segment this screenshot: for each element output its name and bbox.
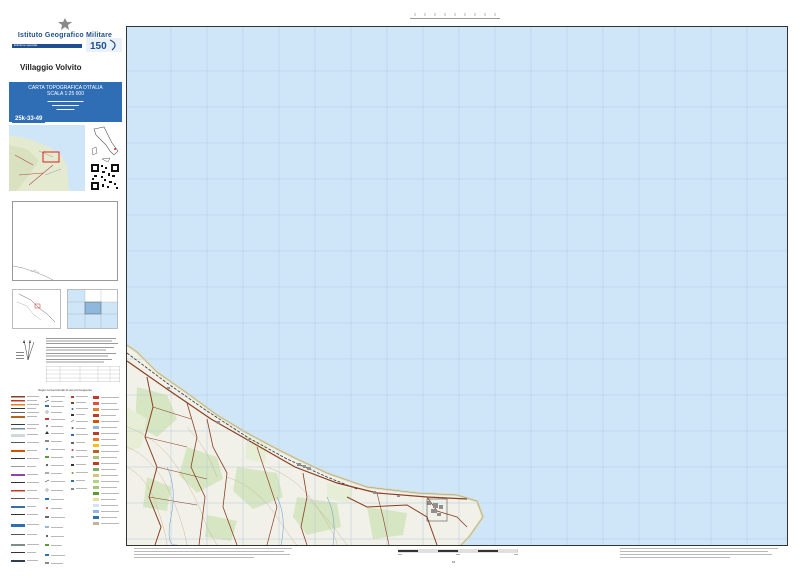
top-graticule-ticks [410, 13, 500, 19]
locality-name: Villaggio Volvito [20, 63, 82, 72]
legend-col-4 [93, 396, 99, 525]
legend-col-3-text [76, 396, 88, 489]
sheet-notes [46, 338, 118, 363]
map-frame[interactable] [126, 26, 788, 546]
topographic-map[interactable] [127, 27, 787, 545]
coast-sketch [12, 265, 54, 281]
legend-col-1-text [27, 396, 39, 561]
magnetic-declination-map [12, 289, 61, 329]
copyright-fine-print [134, 548, 292, 558]
italy-inset-map [88, 125, 122, 165]
qr-code-icon [90, 163, 120, 191]
location-overview-map [9, 125, 85, 191]
anniversary-logo-icon: 150 [86, 38, 122, 52]
north-arrow-icon [16, 339, 35, 361]
edition-label: Edizione speciale [14, 43, 38, 47]
series-note: ▬▬▬▬▬▬▬▬▬▬▬▬ ▬▬▬▬▬▬▬▬▬ ▬▬▬▬▬▬ [47, 99, 84, 111]
legend-col-2 [44, 396, 50, 564]
legend-col-2-text [51, 396, 65, 564]
graphic-scale-bar [398, 549, 518, 555]
emblem-icon [58, 18, 72, 30]
declination-diagram-box [12, 201, 118, 281]
production-fine-print [620, 548, 778, 558]
legend-col-3 [70, 396, 75, 490]
map-legend [11, 396, 119, 564]
scale-text: SCALA 1:25 000 [47, 91, 84, 97]
grid-reference-table [46, 366, 120, 382]
anniversary-badge: 150 [90, 41, 107, 52]
info-panel: Istituto Geografico Militare Edizione sp… [6, 16, 124, 572]
sheet-number: 61 [452, 560, 456, 564]
sheet-code: 25k-33-49 [12, 115, 46, 123]
legend-col-4-text [101, 397, 119, 524]
sheet-index-map [67, 289, 118, 329]
legend-title: Segni convenzionali di uso più frequente [38, 388, 92, 392]
legend-col-1 [11, 396, 25, 562]
